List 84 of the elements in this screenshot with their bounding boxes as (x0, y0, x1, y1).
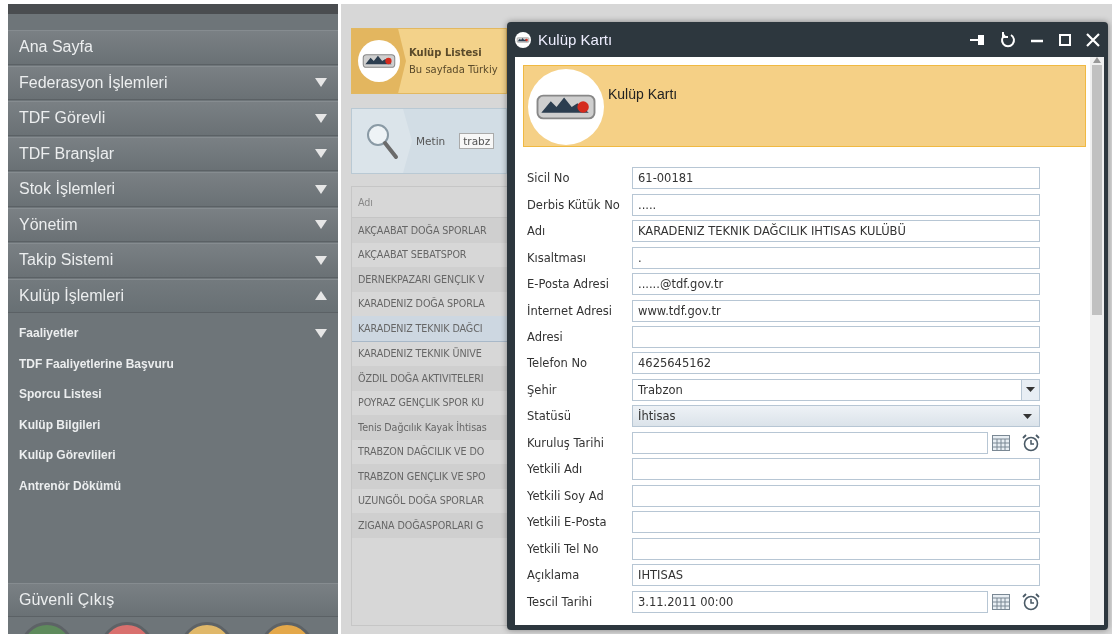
scroll-up-icon[interactable] (1093, 57, 1101, 63)
club-logo-icon (515, 31, 531, 48)
field-label: Adı (526, 224, 547, 239)
refresh-icon[interactable] (1000, 31, 1016, 48)
search-icon (365, 122, 399, 160)
card-title: Kulüp Kartı (608, 86, 678, 102)
input-field[interactable]: 4625645162 (632, 352, 1040, 375)
date-field[interactable] (632, 431, 988, 454)
submenu-item[interactable]: Kulüp Bilgileri (8, 409, 338, 440)
field-label: E-Posta Adresi (526, 277, 610, 292)
scrollbar[interactable] (1090, 57, 1104, 625)
field-label: Tescil Tarihi (526, 594, 594, 609)
search-field[interactable]: trabz (459, 133, 495, 149)
alarm-clock-icon[interactable] (1022, 433, 1040, 452)
menu-item[interactable]: Stok İşlemleri (8, 172, 338, 207)
table-row[interactable]: ZIGANA DOĞASPORLARI G (352, 513, 507, 538)
table-row[interactable]: Tenis Dağcılık Kayak İhtisas (352, 415, 507, 440)
field-label: Statüsü (526, 409, 572, 424)
page-subtitle: Bu sayfada Türkiy (409, 64, 498, 75)
date-field[interactable]: 3.11.2011 00:00 (632, 590, 988, 613)
select-field[interactable]: İhtisas (632, 405, 1040, 428)
menu-item[interactable]: Ana Sayfa (8, 30, 338, 65)
field-label: Yetkili Adı (526, 462, 584, 477)
menu-item[interactable]: Takip Sistemi (8, 243, 338, 278)
menu-item[interactable]: TDF Görevli (8, 101, 338, 136)
input-field[interactable] (632, 484, 1040, 507)
input-field[interactable]: KARADENIZ TEKNIK DAĞCILIK IHTISAS KULÜBÜ (632, 220, 1040, 243)
alarm-clock-icon[interactable] (1022, 592, 1040, 611)
menu-item[interactable]: Yönetim (8, 207, 338, 242)
table-row[interactable]: UZUNGÖL DOĞA SPORLAR (352, 488, 507, 513)
submenu-item[interactable]: Kulüp Görevlileri (8, 440, 338, 471)
input-field[interactable]: www.tdf.gov.tr (632, 299, 1040, 322)
input-field[interactable]: ..... (632, 193, 1040, 216)
field-label: İnternet Adresi (526, 303, 614, 318)
field-label: Açıklama (526, 568, 581, 583)
close-icon[interactable] (1086, 32, 1100, 47)
input-field[interactable] (632, 458, 1040, 481)
input-field[interactable] (632, 326, 1040, 348)
table-row[interactable]: AKÇAABAT SEBATSPOR (352, 242, 507, 267)
table-row[interactable]: DERNEKPAZARI GENÇLIK V (352, 267, 507, 292)
field-label: Şehir (526, 382, 558, 397)
submenu-item[interactable]: Antrenör Dökümü (8, 470, 338, 501)
input-field[interactable] (632, 511, 1040, 534)
table-row[interactable]: TRABZON DAĞCILIK VE DO (352, 439, 507, 464)
caret-down-icon (1023, 413, 1032, 419)
table-row[interactable]: KARADENIZ DOĞA SPORLA (352, 291, 507, 316)
submenu-item[interactable]: Sporcu Listesi (8, 379, 338, 410)
field-label: Yetkili Soy Ad (526, 488, 605, 503)
table-row[interactable]: POYRAZ GENÇLIK SPOR KU (352, 390, 507, 415)
input-field[interactable]: ......@tdf.gov.tr (632, 273, 1040, 296)
logout-item[interactable]: Güvenli Çıkış (8, 582, 338, 617)
table-row[interactable]: TRABZON GENÇLIK VE SPO (352, 464, 507, 489)
menu-item[interactable]: Federasyon İşlemleri (8, 65, 338, 100)
field-label: Yetkili E-Posta (526, 515, 608, 530)
club-logo-icon (358, 40, 400, 82)
page-title: Kulüp Listesi (409, 47, 483, 58)
table-row[interactable]: ÖZDIL DOĞA AKTIVITELERI (352, 366, 507, 391)
club-logo-icon (528, 69, 604, 145)
maximize-icon[interactable] (1058, 32, 1072, 47)
table-row[interactable]: KARADENIZ TEKNIK ÜNIVE (352, 341, 507, 366)
select-field[interactable]: Trabzon (632, 378, 1040, 401)
calendar-icon[interactable] (992, 593, 1010, 610)
dialog-title: Kulüp Kartı (538, 31, 614, 48)
calendar-icon[interactable] (992, 434, 1010, 451)
field-label: Adresi (526, 330, 564, 344)
submenu-item[interactable]: Faaliyetler (8, 318, 338, 349)
pin-icon[interactable] (970, 33, 986, 46)
field-label: Derbis Kütük No (526, 197, 621, 212)
search-label: Metin (416, 135, 446, 147)
input-field[interactable]: IHTISAS (632, 564, 1040, 587)
field-label: Yetkili Tel No (526, 541, 600, 556)
field-label: Kuruluş Tarihi (526, 435, 605, 450)
submenu-item[interactable]: TDF Faaliyetlerine Başvuru (8, 348, 338, 379)
menu-item[interactable]: Kulüp İşlemleri (8, 278, 338, 313)
caret-down-icon[interactable] (1026, 387, 1035, 393)
input-field[interactable] (632, 537, 1040, 560)
field-label: Telefon No (526, 356, 589, 371)
input-field[interactable]: 61-00181 (632, 167, 1040, 190)
table-row[interactable]: AKÇAABAT DOĞA SPORLAR (352, 218, 507, 243)
field-label: Sicil No (526, 171, 571, 186)
input-field[interactable]: . (632, 246, 1040, 269)
field-label: Kısaltması (526, 250, 587, 265)
table-row[interactable]: KARADENIZ TEKNIK DAĞCI (352, 316, 507, 342)
menu-item[interactable]: TDF Branşlar (8, 136, 338, 171)
